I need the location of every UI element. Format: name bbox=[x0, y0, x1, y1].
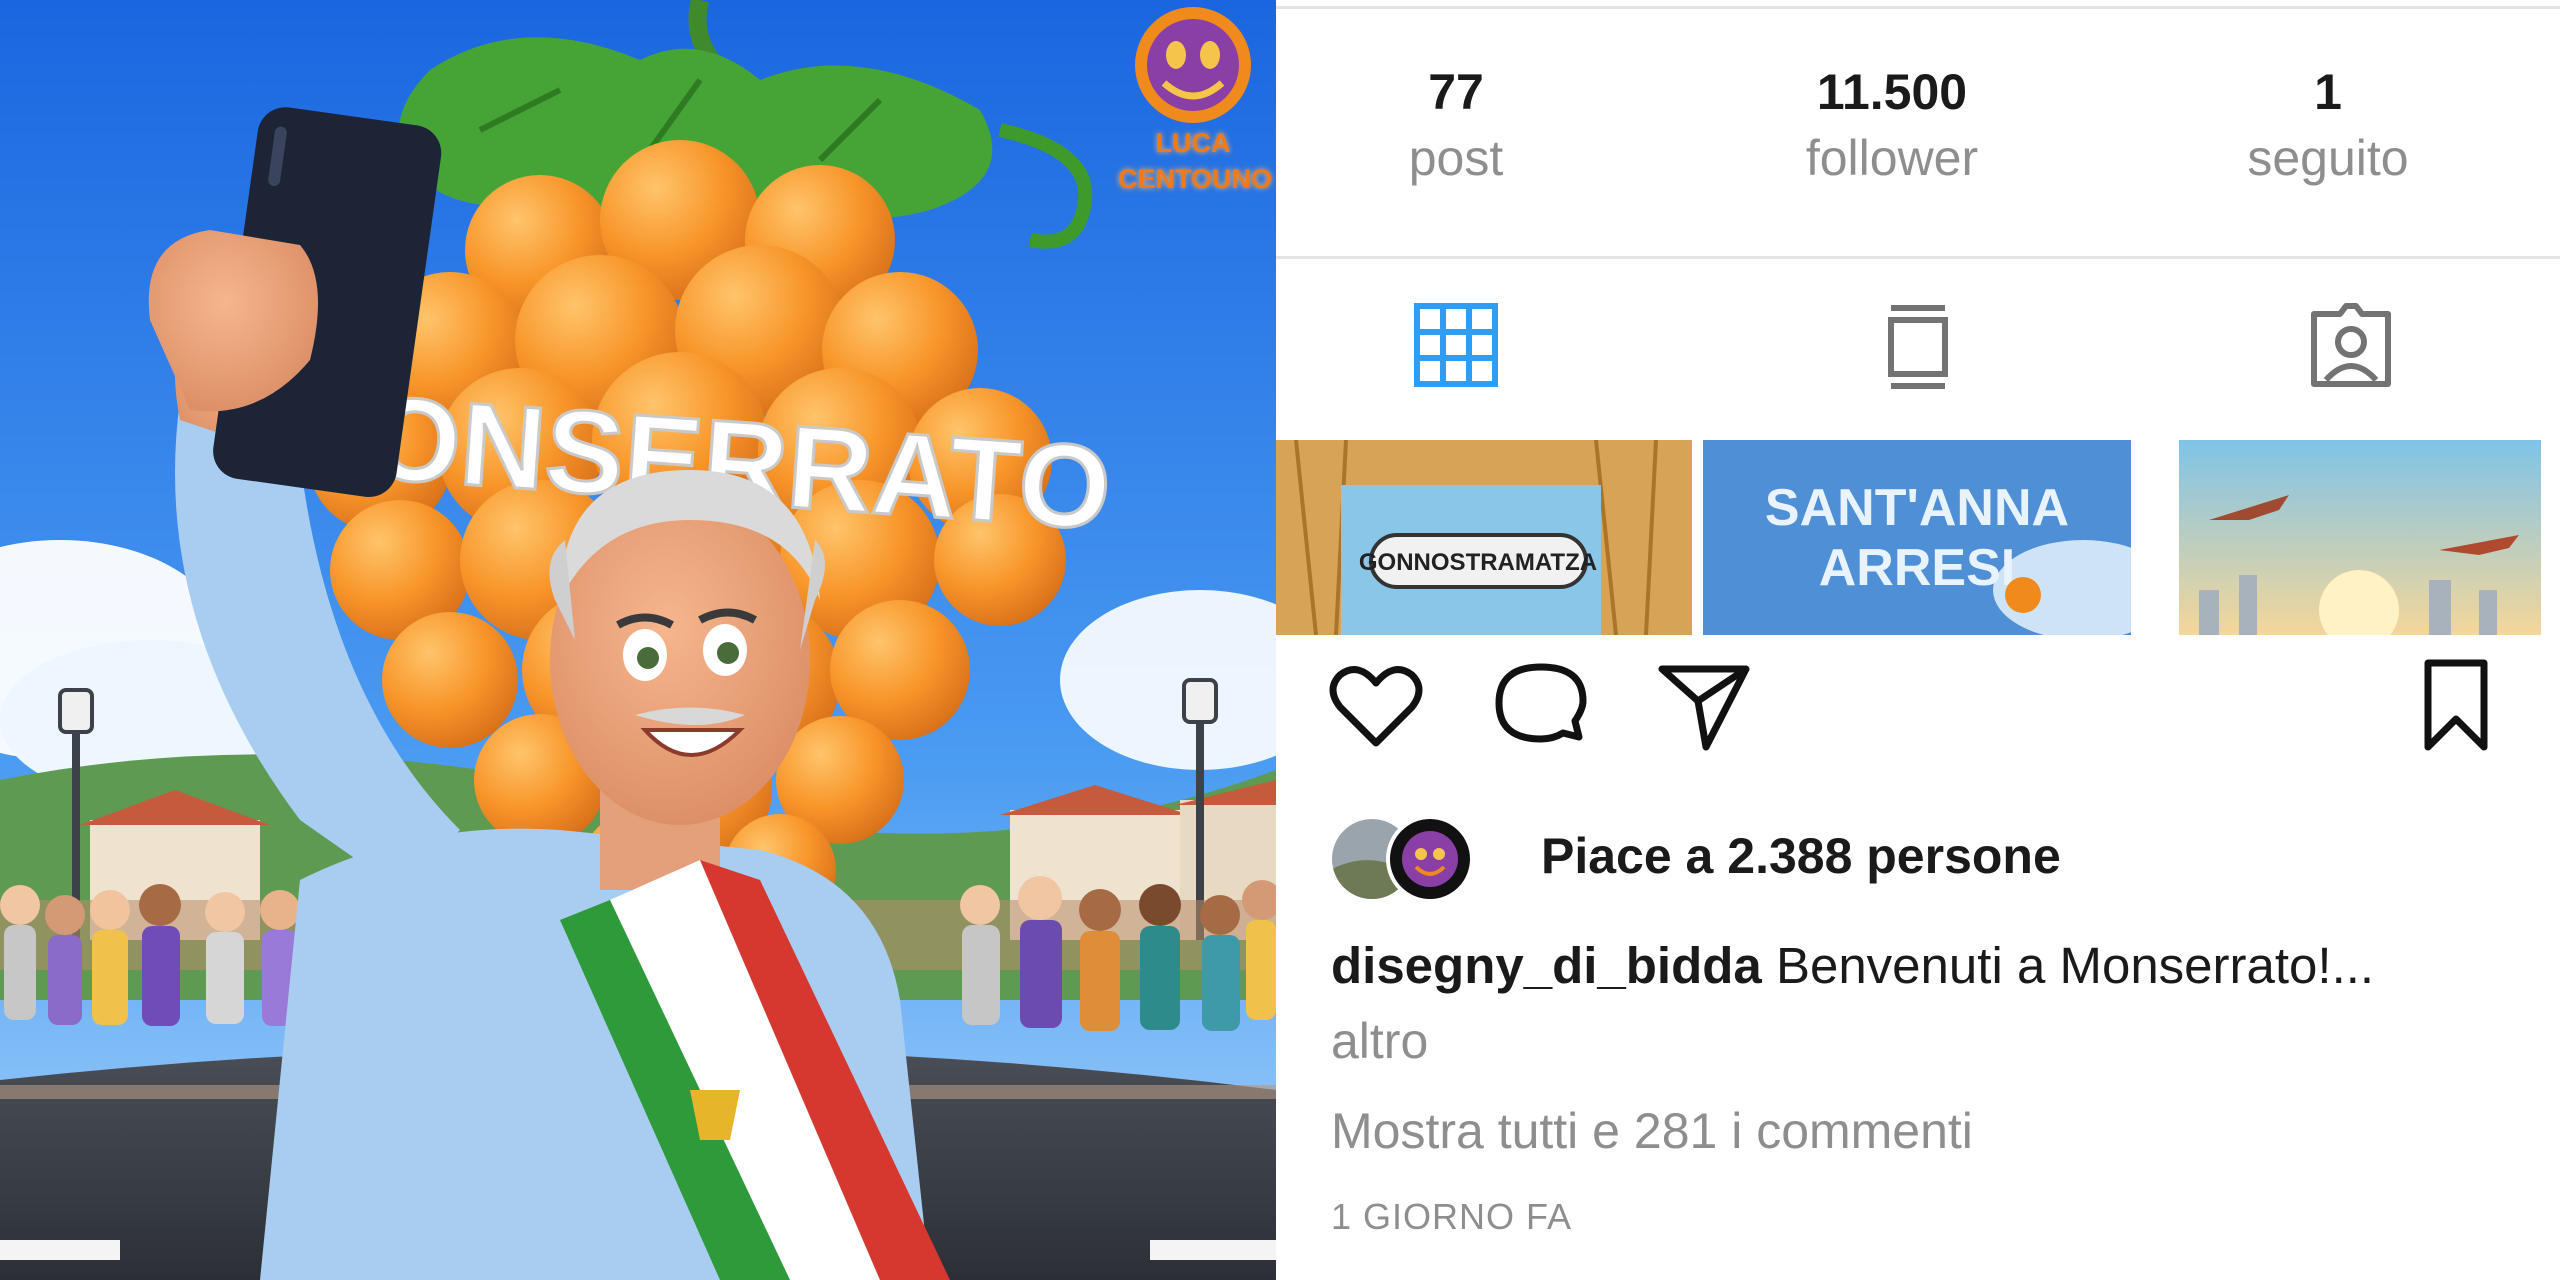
artist-signature: LUCA CENTOUNO bbox=[1118, 7, 1272, 197]
tab-tagged[interactable] bbox=[2306, 300, 2396, 390]
signature-line-1: LUCA bbox=[1155, 128, 1231, 158]
view-comments-link[interactable]: Mostra tutti e 281 i commenti bbox=[1331, 1100, 1973, 1162]
save-button[interactable] bbox=[2406, 655, 2506, 755]
thumbnail-image: GONNOSTRAMATZA bbox=[1276, 440, 1692, 635]
reels-icon bbox=[1888, 305, 1948, 389]
stat-followers-label: follower bbox=[1805, 130, 1979, 186]
more-link[interactable]: altro bbox=[1331, 1010, 1428, 1072]
like-button[interactable] bbox=[1326, 655, 1426, 755]
smiley-logo-icon bbox=[1135, 7, 1251, 123]
post-artwork: MONSERRATO LUCA CENTOUNO bbox=[0, 0, 1276, 1280]
post-caption: disegny_di_bidda Benvenuti a Monserrato!… bbox=[1331, 935, 2531, 997]
likes-count-text: Piace a 2.388 persone bbox=[1541, 828, 2061, 884]
top-divider bbox=[1276, 6, 2560, 9]
grid-icon bbox=[1414, 303, 1498, 387]
stat-posts[interactable]: 77 post bbox=[1306, 62, 1606, 194]
stat-following[interactable]: 1 seguito bbox=[2178, 62, 2478, 194]
thumbnail-image: SANT'ANNA ARRESI bbox=[1703, 440, 2131, 635]
stat-following-value: 1 bbox=[2314, 64, 2342, 120]
tab-reels[interactable] bbox=[1873, 300, 1963, 390]
thumbnail-sign-text: GONNOSTRAMATZA bbox=[1359, 549, 1597, 576]
avatar bbox=[1386, 815, 1474, 903]
stat-followers[interactable]: 11.500 follower bbox=[1742, 62, 2042, 194]
stat-following-label: seguito bbox=[2247, 130, 2409, 186]
thumbnail-santanna-arresi[interactable]: SANT'ANNA ARRESI bbox=[1703, 440, 2131, 635]
post-caption-text: Benvenuti a Monserrato!... bbox=[1775, 937, 2375, 994]
thumbnail-title-line1: SANT'ANNA bbox=[1765, 479, 2069, 537]
instagram-panel: 77 post 11.500 follower 1 seguito GONNOS… bbox=[1276, 0, 2560, 1280]
thumbnail-gonnostramatza[interactable]: GONNOSTRAMATZA bbox=[1276, 440, 1692, 635]
stat-posts-value: 77 bbox=[1428, 64, 1484, 120]
thumbnail-title-line2: ARRESI bbox=[1819, 539, 2015, 597]
comment-icon bbox=[1495, 663, 1587, 743]
stats-divider bbox=[1276, 256, 2560, 259]
comment-button[interactable] bbox=[1491, 655, 1591, 755]
stat-posts-label: post bbox=[1408, 130, 1504, 186]
heart-icon bbox=[1329, 666, 1423, 747]
artwork-illustration: MONSERRATO bbox=[0, 0, 1276, 1280]
post-timestamp: 1 GIORNO FA bbox=[1331, 1196, 1573, 1237]
signature-line-2: CENTOUNO bbox=[1118, 164, 1273, 194]
thumbnail-image bbox=[2179, 440, 2541, 635]
bookmark-icon bbox=[2424, 659, 2488, 751]
tab-grid[interactable] bbox=[1411, 300, 1501, 390]
share-icon bbox=[1658, 665, 1750, 751]
tagged-icon bbox=[2311, 303, 2391, 387]
thumbnail-airplanes[interactable] bbox=[2179, 440, 2541, 635]
post-username[interactable]: disegny_di_bidda bbox=[1331, 937, 1762, 994]
stat-followers-value: 11.500 bbox=[1816, 64, 1968, 120]
share-button[interactable] bbox=[1654, 655, 1754, 755]
